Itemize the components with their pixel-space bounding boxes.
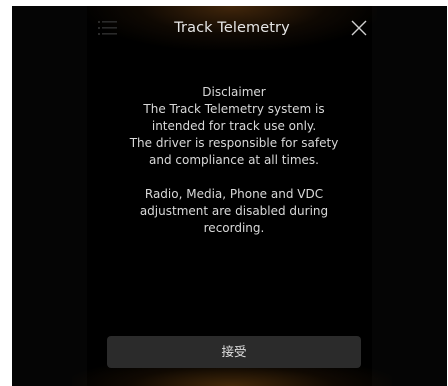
left-margin bbox=[12, 6, 87, 386]
disclaimer-line: The driver is responsible for safety bbox=[129, 136, 339, 150]
close-icon[interactable] bbox=[349, 18, 369, 38]
close-icon-graphic bbox=[351, 20, 367, 36]
disclaimer-dialog: Track Telemetry Disclaimer The Track Tel… bbox=[12, 6, 447, 386]
disclaimer-line: intended for track use only. bbox=[151, 119, 317, 133]
hamburger-menu-icon-graphic bbox=[98, 21, 117, 35]
dialog-title: Track Telemetry bbox=[174, 20, 290, 36]
restriction-line: adjustment are disabled during bbox=[139, 204, 329, 218]
accept-button[interactable]: 接受 bbox=[107, 336, 361, 368]
restriction-line: recording. bbox=[203, 221, 265, 235]
disclaimer-line: The Track Telemetry system is bbox=[143, 102, 325, 116]
disclaimer-message: Disclaimer The Track Telemetry system is… bbox=[112, 84, 356, 237]
right-margin bbox=[372, 6, 447, 386]
disclaimer-heading: Disclaimer bbox=[202, 85, 266, 99]
disclaimer-line: and compliance at all times. bbox=[149, 153, 319, 167]
restriction-line: Radio, Media, Phone and VDC bbox=[144, 187, 324, 201]
screen: Track Telemetry Disclaimer The Track Tel… bbox=[0, 0, 448, 386]
hamburger-menu-icon[interactable] bbox=[98, 19, 118, 37]
